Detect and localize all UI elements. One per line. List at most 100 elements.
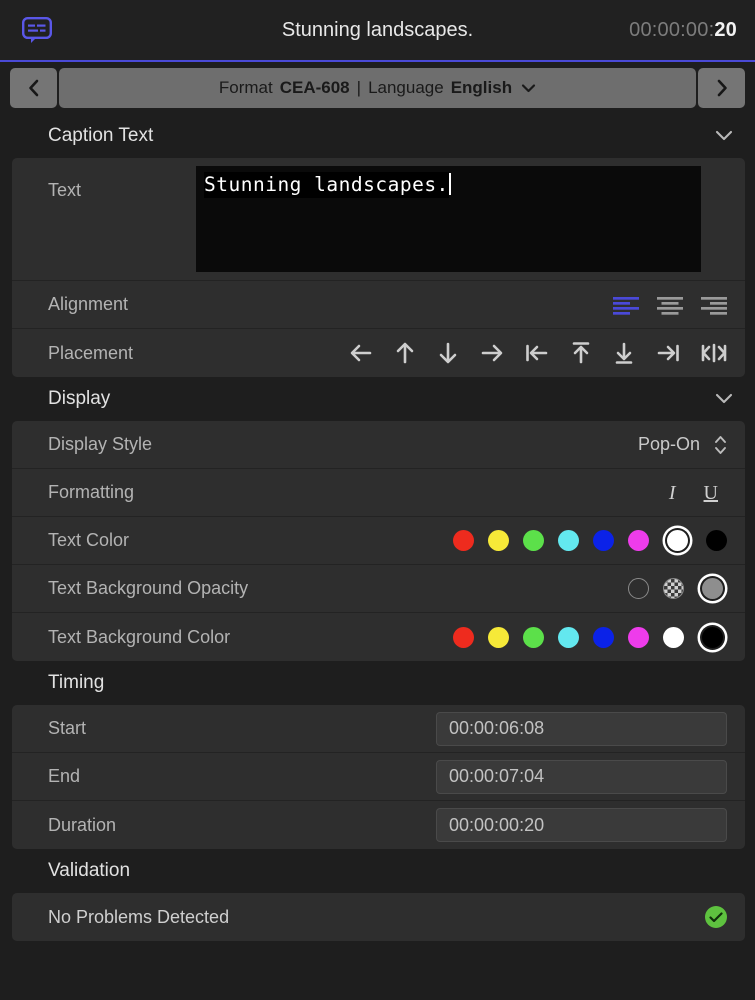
row-formatting: Formatting I U <box>12 469 745 517</box>
row-alignment: Alignment <box>12 281 745 329</box>
bg-color-swatch-6[interactable] <box>663 627 684 648</box>
next-caption-button[interactable] <box>698 68 745 108</box>
underline-button[interactable]: U <box>701 483 721 503</box>
bg-color-swatch-2[interactable] <box>523 627 544 648</box>
text-color-swatch-5[interactable] <box>628 530 649 551</box>
section-header-caption-text[interactable]: Caption Text <box>0 114 755 158</box>
display-style-value[interactable]: Pop-On <box>638 434 700 455</box>
section-title-timing: Timing <box>48 672 104 694</box>
bg-color-swatch-1[interactable] <box>488 627 509 648</box>
row-display-style: Display Style Pop-On <box>12 421 745 469</box>
align-right-icon[interactable] <box>701 295 727 315</box>
chevron-down-icon[interactable] <box>715 125 733 147</box>
bg-color-swatch-4[interactable] <box>593 627 614 648</box>
green-check-icon <box>705 906 727 928</box>
format-label: Format <box>219 78 273 98</box>
bg-color-swatch-0[interactable] <box>453 627 474 648</box>
language-label: Language <box>368 78 444 98</box>
italic-button[interactable]: I <box>666 483 679 503</box>
row-text-color: Text Color <box>12 517 745 565</box>
text-cursor <box>449 173 451 195</box>
previous-caption-button[interactable] <box>10 68 57 108</box>
timecode-frames: 20 <box>714 19 737 41</box>
caption-text-input[interactable]: Stunning landscapes. <box>196 166 701 272</box>
duration-label: Duration <box>48 815 116 836</box>
formatting-label: Formatting <box>48 482 134 503</box>
snap-bottom-icon[interactable] <box>613 341 635 365</box>
bg-color-swatch-5[interactable] <box>628 627 649 648</box>
snap-center-icon[interactable] <box>701 342 727 364</box>
opacity-opaque-icon[interactable] <box>702 578 723 599</box>
display-style-label: Display Style <box>48 434 152 455</box>
alignment-label: Alignment <box>48 294 128 315</box>
end-timecode-field[interactable]: 00:00:07:04 <box>436 760 727 794</box>
row-placement: Placement <box>12 329 745 377</box>
move-down-icon[interactable] <box>437 341 459 365</box>
chevron-down-icon <box>521 83 536 93</box>
text-field-label: Text <box>12 158 196 280</box>
section-header-timing: Timing <box>0 661 755 705</box>
text-color-swatch-1[interactable] <box>488 530 509 551</box>
text-color-swatch-group <box>453 530 727 551</box>
align-center-icon[interactable] <box>657 295 683 315</box>
row-validation-status: No Problems Detected <box>12 893 745 941</box>
formatting-button-group: I U <box>666 483 727 503</box>
text-color-swatch-7[interactable] <box>706 530 727 551</box>
placement-label: Placement <box>48 343 133 364</box>
language-value: English <box>451 78 512 98</box>
caption-bubble-icon <box>20 15 54 45</box>
bg-color-label: Text Background Color <box>48 627 230 648</box>
section-title-caption-text: Caption Text <box>48 125 153 147</box>
duration-timecode-field[interactable]: 00:00:00:20 <box>436 808 727 842</box>
section-header-validation: Validation <box>0 849 755 893</box>
opacity-transparent-icon[interactable] <box>628 578 649 599</box>
chevron-left-icon <box>27 78 41 98</box>
section-title-display: Display <box>48 388 110 410</box>
chevron-right-icon <box>715 78 729 98</box>
move-right-icon[interactable] <box>480 342 504 364</box>
row-end: End 00:00:07:04 <box>12 753 745 801</box>
align-left-icon[interactable] <box>613 295 639 315</box>
caption-timecode: 00:00:00:20 <box>629 19 737 42</box>
text-color-swatch-3[interactable] <box>558 530 579 551</box>
caption-text-value: Stunning landscapes. <box>204 172 449 198</box>
timecode-prefix: 00:00:00: <box>629 19 714 41</box>
caption-inspector-header: Stunning landscapes. 00:00:00:20 <box>0 0 755 62</box>
bg-color-swatch-7[interactable] <box>702 627 723 648</box>
snap-left-icon[interactable] <box>525 342 549 364</box>
timing-rows: Start 00:00:06:08 End 00:00:07:04 Durati… <box>0 705 755 849</box>
text-color-swatch-6[interactable] <box>667 530 688 551</box>
validation-status-text: No Problems Detected <box>48 907 229 928</box>
row-text: Text Stunning landscapes. <box>12 158 745 281</box>
start-label: Start <box>48 718 86 739</box>
move-left-icon[interactable] <box>349 342 373 364</box>
stepper-icon[interactable] <box>714 434 727 456</box>
validation-rows: No Problems Detected <box>0 893 755 941</box>
format-language-selector[interactable]: Format CEA-608 | Language English <box>59 68 696 108</box>
section-title-validation: Validation <box>48 860 130 882</box>
bg-color-swatch-3[interactable] <box>558 627 579 648</box>
move-up-icon[interactable] <box>394 341 416 365</box>
row-background-color: Text Background Color <box>12 613 745 661</box>
display-rows: Display Style Pop-On Formatting I U Text… <box>0 421 755 661</box>
text-color-swatch-2[interactable] <box>523 530 544 551</box>
text-color-label: Text Color <box>48 530 129 551</box>
bg-color-swatch-group <box>453 627 727 648</box>
row-duration: Duration 00:00:00:20 <box>12 801 745 849</box>
bg-opacity-group <box>628 578 727 599</box>
format-value: CEA-608 <box>280 78 350 98</box>
bg-opacity-label: Text Background Opacity <box>48 578 248 599</box>
text-color-swatch-0[interactable] <box>453 530 474 551</box>
format-navigation-bar: Format CEA-608 | Language English <box>0 62 755 114</box>
snap-right-icon[interactable] <box>656 342 680 364</box>
end-label: End <box>48 766 80 787</box>
opacity-semi-transparent-icon[interactable] <box>663 578 684 599</box>
alignment-button-group <box>613 295 727 315</box>
start-timecode-field[interactable]: 00:00:06:08 <box>436 712 727 746</box>
section-header-display[interactable]: Display <box>0 377 755 421</box>
chevron-down-icon[interactable] <box>715 388 733 410</box>
text-color-swatch-4[interactable] <box>593 530 614 551</box>
caption-text-rows: Text Stunning landscapes. Alignment <box>0 158 755 377</box>
snap-top-icon[interactable] <box>570 341 592 365</box>
row-start: Start 00:00:06:08 <box>12 705 745 753</box>
